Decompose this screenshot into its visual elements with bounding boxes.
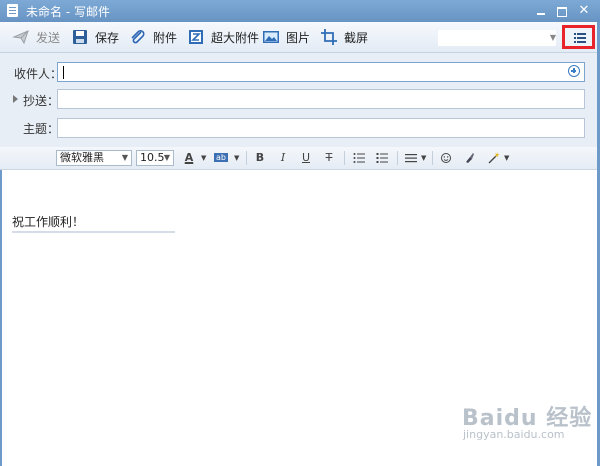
screenshot-button[interactable]: 截屏 bbox=[320, 26, 368, 48]
header-fields: 收件人： 抄送： 主题： bbox=[0, 53, 600, 148]
font-size-select[interactable]: 10.5 ▼ bbox=[136, 150, 174, 166]
chevron-down-icon: ▼ bbox=[163, 153, 170, 162]
bullet-list-icon[interactable] bbox=[353, 151, 365, 165]
big-attachment-label: 超大附件 bbox=[211, 30, 260, 45]
screenshot-label: 截屏 bbox=[344, 30, 369, 45]
image-label: 图片 bbox=[286, 30, 311, 45]
signature-divider bbox=[12, 231, 175, 233]
chevron-down-icon[interactable]: ▼ bbox=[504, 151, 509, 165]
magic-wand-icon[interactable] bbox=[487, 151, 501, 165]
cc-input[interactable] bbox=[57, 89, 585, 109]
maximize-button[interactable] bbox=[553, 2, 571, 20]
add-contact-icon[interactable] bbox=[568, 65, 580, 77]
chevron-down-icon[interactable]: ▼ bbox=[201, 151, 206, 165]
compose-window: 未命名 - 写邮件 ✕ 发送 保存 附件 超大附件 图片 截屏 ▼ 收件人： 抄… bbox=[0, 0, 600, 466]
attachment-button[interactable]: 附件 bbox=[129, 26, 177, 48]
minimize-button[interactable] bbox=[532, 2, 550, 20]
window-border bbox=[0, 170, 2, 466]
subject-label: 主题： bbox=[23, 122, 60, 136]
title-bar: 未命名 - 写邮件 ✕ bbox=[0, 0, 600, 22]
watermark-url: jingyan.baidu.com bbox=[463, 428, 565, 441]
save-icon bbox=[73, 30, 87, 44]
font-family-value: 微软雅黑 bbox=[60, 151, 104, 164]
list-menu-icon bbox=[574, 32, 586, 43]
to-input[interactable] bbox=[57, 62, 585, 82]
separator bbox=[397, 151, 398, 165]
chevron-down-icon: ▼ bbox=[549, 33, 556, 42]
save-button[interactable]: 保存 bbox=[71, 26, 119, 48]
expand-triangle-icon[interactable] bbox=[13, 95, 18, 103]
numbered-list-icon[interactable] bbox=[376, 151, 388, 165]
subject-input[interactable] bbox=[57, 118, 585, 138]
menu-button[interactable] bbox=[562, 25, 595, 49]
big-attachment-icon bbox=[189, 30, 203, 44]
format-toolbar: 微软雅黑 ▼ 10.5 ▼ A ▼ ab ▼ B I U T ▼ ▼ bbox=[0, 147, 600, 170]
send-button[interactable]: 发送 bbox=[12, 26, 60, 48]
font-size-value: 10.5 bbox=[140, 151, 165, 164]
chevron-down-icon[interactable]: ▼ bbox=[234, 151, 239, 165]
font-family-select[interactable]: 微软雅黑 ▼ bbox=[56, 150, 132, 166]
picture-icon bbox=[263, 31, 279, 43]
document-icon bbox=[7, 4, 18, 17]
close-button[interactable]: ✕ bbox=[575, 2, 593, 20]
attachment-label: 附件 bbox=[153, 30, 178, 45]
separator bbox=[344, 151, 345, 165]
bold-button[interactable]: B bbox=[255, 151, 265, 165]
chevron-down-icon: ▼ bbox=[121, 153, 128, 162]
separator bbox=[246, 151, 247, 165]
to-label: 收件人： bbox=[14, 67, 63, 81]
font-color-button[interactable]: A bbox=[184, 151, 194, 165]
underline-button[interactable]: U bbox=[301, 151, 311, 165]
emoji-icon[interactable] bbox=[440, 151, 452, 165]
window-title: 未命名 - 写邮件 bbox=[26, 5, 110, 19]
send-label: 发送 bbox=[36, 30, 61, 45]
cc-label: 抄送： bbox=[23, 94, 60, 108]
chevron-down-icon[interactable]: ▼ bbox=[421, 151, 426, 165]
highlight-button[interactable]: ab bbox=[214, 153, 228, 162]
save-label: 保存 bbox=[95, 30, 120, 45]
big-attachment-button[interactable]: 超大附件 bbox=[187, 26, 259, 48]
toolbar: 发送 保存 附件 超大附件 图片 截屏 ▼ bbox=[0, 22, 600, 53]
crop-icon bbox=[321, 29, 337, 45]
strikethrough-button[interactable]: T bbox=[324, 151, 334, 165]
italic-button[interactable]: I bbox=[278, 151, 288, 165]
text-cursor bbox=[63, 66, 64, 79]
image-button[interactable]: 图片 bbox=[262, 26, 310, 48]
account-select[interactable]: ▼ bbox=[438, 30, 556, 46]
separator bbox=[432, 151, 433, 165]
brush-icon[interactable] bbox=[463, 151, 475, 165]
send-icon bbox=[12, 30, 29, 45]
body-text: 祝工作顺利！ bbox=[12, 215, 85, 229]
align-icon[interactable] bbox=[405, 151, 417, 165]
paperclip-icon bbox=[131, 30, 145, 44]
